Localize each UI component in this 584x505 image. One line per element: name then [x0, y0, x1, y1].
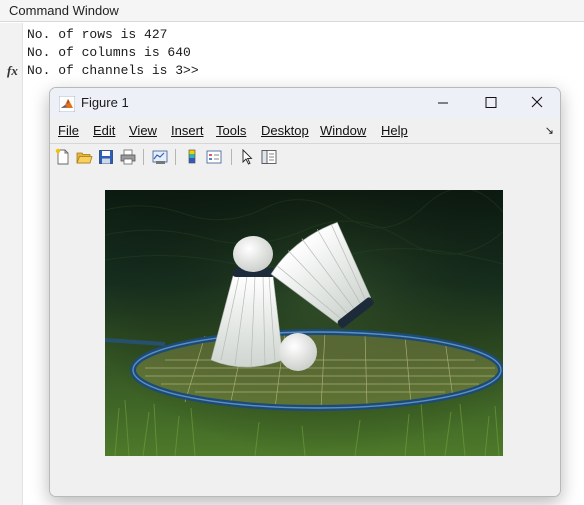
command-window-gutter [0, 23, 23, 505]
fx-icon[interactable]: fx [7, 63, 18, 79]
new-figure-icon[interactable] [54, 148, 72, 166]
close-button[interactable] [514, 88, 560, 118]
figure-axes-area[interactable] [50, 171, 560, 496]
output-line-columns: No. of columns is 640 [27, 45, 191, 60]
badminton-image [105, 190, 503, 456]
toolbar-separator [143, 149, 144, 165]
save-icon[interactable] [97, 148, 115, 166]
menu-window[interactable]: Window [320, 123, 366, 138]
minimize-button[interactable] [420, 88, 466, 118]
print-icon[interactable] [119, 148, 137, 166]
menu-desktop[interactable]: Desktop [261, 123, 309, 138]
figure-window: Figure 1 File Edit View Insert Tools Des… [49, 87, 561, 497]
link-plot-icon[interactable] [151, 148, 169, 166]
open-file-icon[interactable] [75, 148, 93, 166]
figure-toolbar [50, 143, 560, 172]
figure-title: Figure 1 [81, 95, 129, 110]
menu-tools[interactable]: Tools [216, 123, 246, 138]
menu-help[interactable]: Help [381, 123, 408, 138]
menu-file[interactable]: File [58, 123, 79, 138]
matlab-logo-icon [59, 96, 75, 112]
toolbar-separator [231, 149, 232, 165]
select-arrow-icon[interactable] [238, 148, 256, 166]
output-line-rows: No. of rows is 427 [27, 27, 168, 42]
dock-arrow-icon[interactable]: ↘ [545, 124, 554, 137]
command-window-title: Command Window [9, 3, 119, 18]
maximize-button[interactable] [468, 88, 514, 118]
legend-icon[interactable] [205, 148, 223, 166]
menu-view[interactable]: View [129, 123, 157, 138]
colorbar-icon[interactable] [183, 148, 201, 166]
toolbar-separator [175, 149, 176, 165]
menu-edit[interactable]: Edit [93, 123, 115, 138]
property-inspector-icon[interactable] [260, 148, 278, 166]
figure-titlebar[interactable]: Figure 1 [50, 88, 560, 118]
menu-bar: File Edit View Insert Tools Desktop Wind… [50, 118, 560, 143]
command-window-header: Command Window [0, 0, 584, 22]
output-line-channels[interactable]: No. of channels is 3>> [27, 62, 199, 80]
menu-insert[interactable]: Insert [171, 123, 204, 138]
